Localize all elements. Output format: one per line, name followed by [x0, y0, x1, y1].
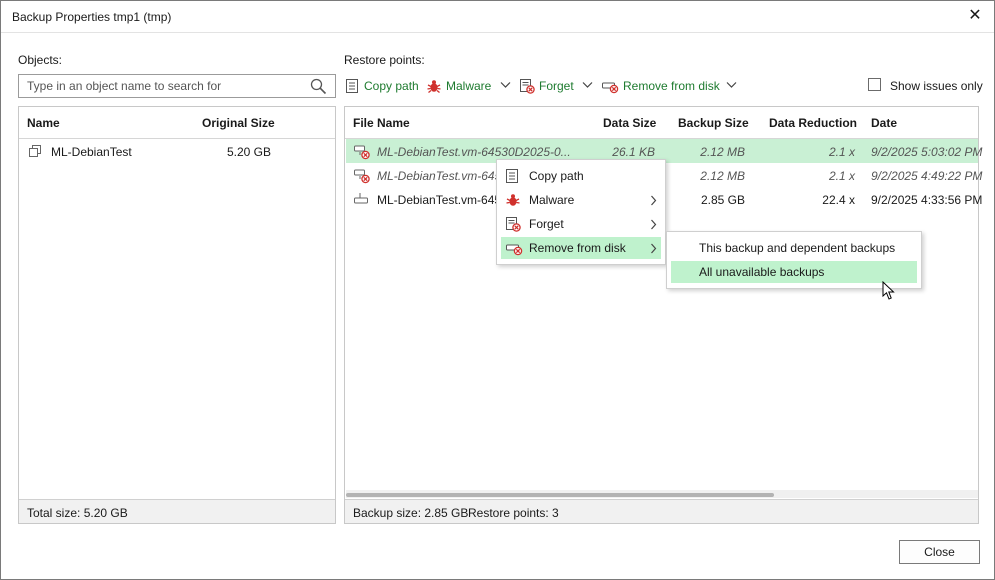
bug-icon	[506, 194, 520, 206]
object-search-input[interactable]	[19, 75, 304, 97]
close-button[interactable]: Close	[899, 540, 980, 564]
vm-icon	[29, 145, 41, 157]
remove-from-disk-icon	[602, 82, 619, 94]
menu-item-malware[interactable]: Malware	[501, 189, 661, 211]
backup-properties-dialog: Backup Properties tmp1 (tmp) ✕ Objects: …	[0, 0, 995, 580]
context-menu: Copy path Malware Forget Remove from dis…	[496, 159, 666, 265]
objects-panel: Name Original Size ML-DebianTest 5.20 GB…	[18, 106, 336, 524]
submenu-item-this-backup-and-dependent[interactable]: This backup and dependent backups	[671, 237, 917, 259]
data-size: 26.1 KB	[612, 145, 655, 159]
menu-item-forget[interactable]: Forget	[501, 213, 661, 235]
menu-item-label: Malware	[529, 193, 575, 207]
column-header-data-size[interactable]: Data Size	[603, 116, 656, 130]
menu-item-remove-from-disk[interactable]: Remove from disk	[501, 237, 661, 259]
objects-footer: Total size: 5.20 GB	[19, 499, 335, 523]
column-header-name[interactable]: Name	[27, 116, 60, 130]
data-reduction: 22.4 x	[822, 193, 855, 207]
submenu-item-label: All unavailable backups	[699, 265, 825, 279]
forget-icon	[520, 79, 535, 94]
objects-label: Objects:	[18, 53, 63, 67]
malware-label: Malware	[446, 79, 492, 93]
copy-path-button[interactable]: Copy path	[345, 78, 419, 94]
chevron-right-icon	[651, 195, 657, 206]
object-row[interactable]: ML-DebianTest 5.20 GB	[20, 139, 334, 163]
horizontal-scrollbar[interactable]	[346, 490, 978, 498]
restore-points-footer: Backup size: 2.85 GB Restore points: 3	[345, 499, 978, 523]
title-bar: Backup Properties tmp1 (tmp) ✕	[1, 1, 994, 33]
show-issues-only-label[interactable]: Show issues only	[890, 79, 983, 93]
bug-icon	[427, 80, 441, 94]
remove-from-disk-label: Remove from disk	[623, 79, 720, 93]
malware-chevron-down-icon[interactable]	[500, 81, 511, 89]
copy-path-icon	[506, 169, 518, 183]
scrollbar-thumb[interactable]	[346, 493, 774, 497]
malware-button[interactable]: Malware	[426, 78, 491, 94]
copy-path-icon	[346, 79, 358, 93]
submenu-item-all-unavailable-backups[interactable]: All unavailable backups	[671, 261, 917, 283]
menu-item-label: Remove from disk	[529, 241, 626, 255]
backup-size-total: Backup size: 2.85 GB	[353, 506, 469, 520]
menu-item-copy-path[interactable]: Copy path	[501, 165, 661, 187]
mouse-pointer-icon	[882, 281, 895, 300]
forget-button[interactable]: Forget	[519, 78, 574, 94]
file-name: ML-DebianTest.vm-645	[377, 193, 502, 207]
column-header-original-size[interactable]: Original Size	[202, 116, 275, 130]
full-backup-icon	[354, 193, 368, 204]
column-header-backup-size[interactable]: Backup Size	[678, 116, 749, 130]
object-name: ML-DebianTest	[51, 145, 132, 159]
column-header-data-reduction[interactable]: Data Reduction	[769, 116, 857, 130]
column-header-file-name[interactable]: File Name	[353, 116, 410, 130]
restore-point-unavailable-icon	[354, 145, 370, 160]
file-name: ML-DebianTest.vm-645	[377, 169, 502, 183]
forget-icon	[506, 217, 521, 232]
forget-chevron-down-icon[interactable]	[582, 81, 593, 89]
date: 9/2/2025 5:03:02 PM	[871, 145, 983, 159]
data-reduction: 2.1 x	[828, 145, 855, 159]
object-size: 5.20 GB	[226, 145, 271, 159]
remove-from-disk-button[interactable]: Remove from disk	[601, 78, 720, 94]
chevron-right-icon	[651, 219, 657, 230]
chevron-right-icon	[651, 243, 657, 254]
remove-from-disk-chevron-down-icon[interactable]	[726, 81, 737, 89]
window-title: Backup Properties tmp1 (tmp)	[12, 10, 172, 24]
close-icon[interactable]: ✕	[966, 7, 984, 25]
date: 9/2/2025 4:49:22 PM	[871, 169, 983, 183]
restore-points-count: Restore points: 3	[468, 506, 559, 520]
menu-item-label: Copy path	[529, 169, 584, 183]
object-search-box[interactable]	[18, 74, 336, 98]
backup-size: 2.12 MB	[700, 145, 745, 159]
show-issues-only-checkbox[interactable]	[868, 78, 881, 91]
data-reduction: 2.1 x	[828, 169, 855, 183]
backup-size: 2.85 GB	[700, 193, 745, 207]
copy-path-label: Copy path	[364, 79, 419, 93]
backup-size: 2.12 MB	[700, 169, 745, 183]
date: 9/2/2025 4:33:56 PM	[871, 193, 983, 207]
forget-label: Forget	[539, 79, 574, 93]
remove-from-disk-icon	[506, 244, 523, 256]
search-icon[interactable]	[310, 78, 327, 95]
restore-points-label: Restore points:	[344, 53, 425, 67]
restore-point-unavailable-icon	[354, 169, 370, 184]
total-size: Total size: 5.20 GB	[27, 506, 128, 520]
menu-item-label: Forget	[529, 217, 564, 231]
file-name: ML-DebianTest.vm-64530D2025-0...	[377, 145, 571, 159]
submenu-item-label: This backup and dependent backups	[699, 241, 896, 255]
column-header-date[interactable]: Date	[871, 116, 897, 130]
